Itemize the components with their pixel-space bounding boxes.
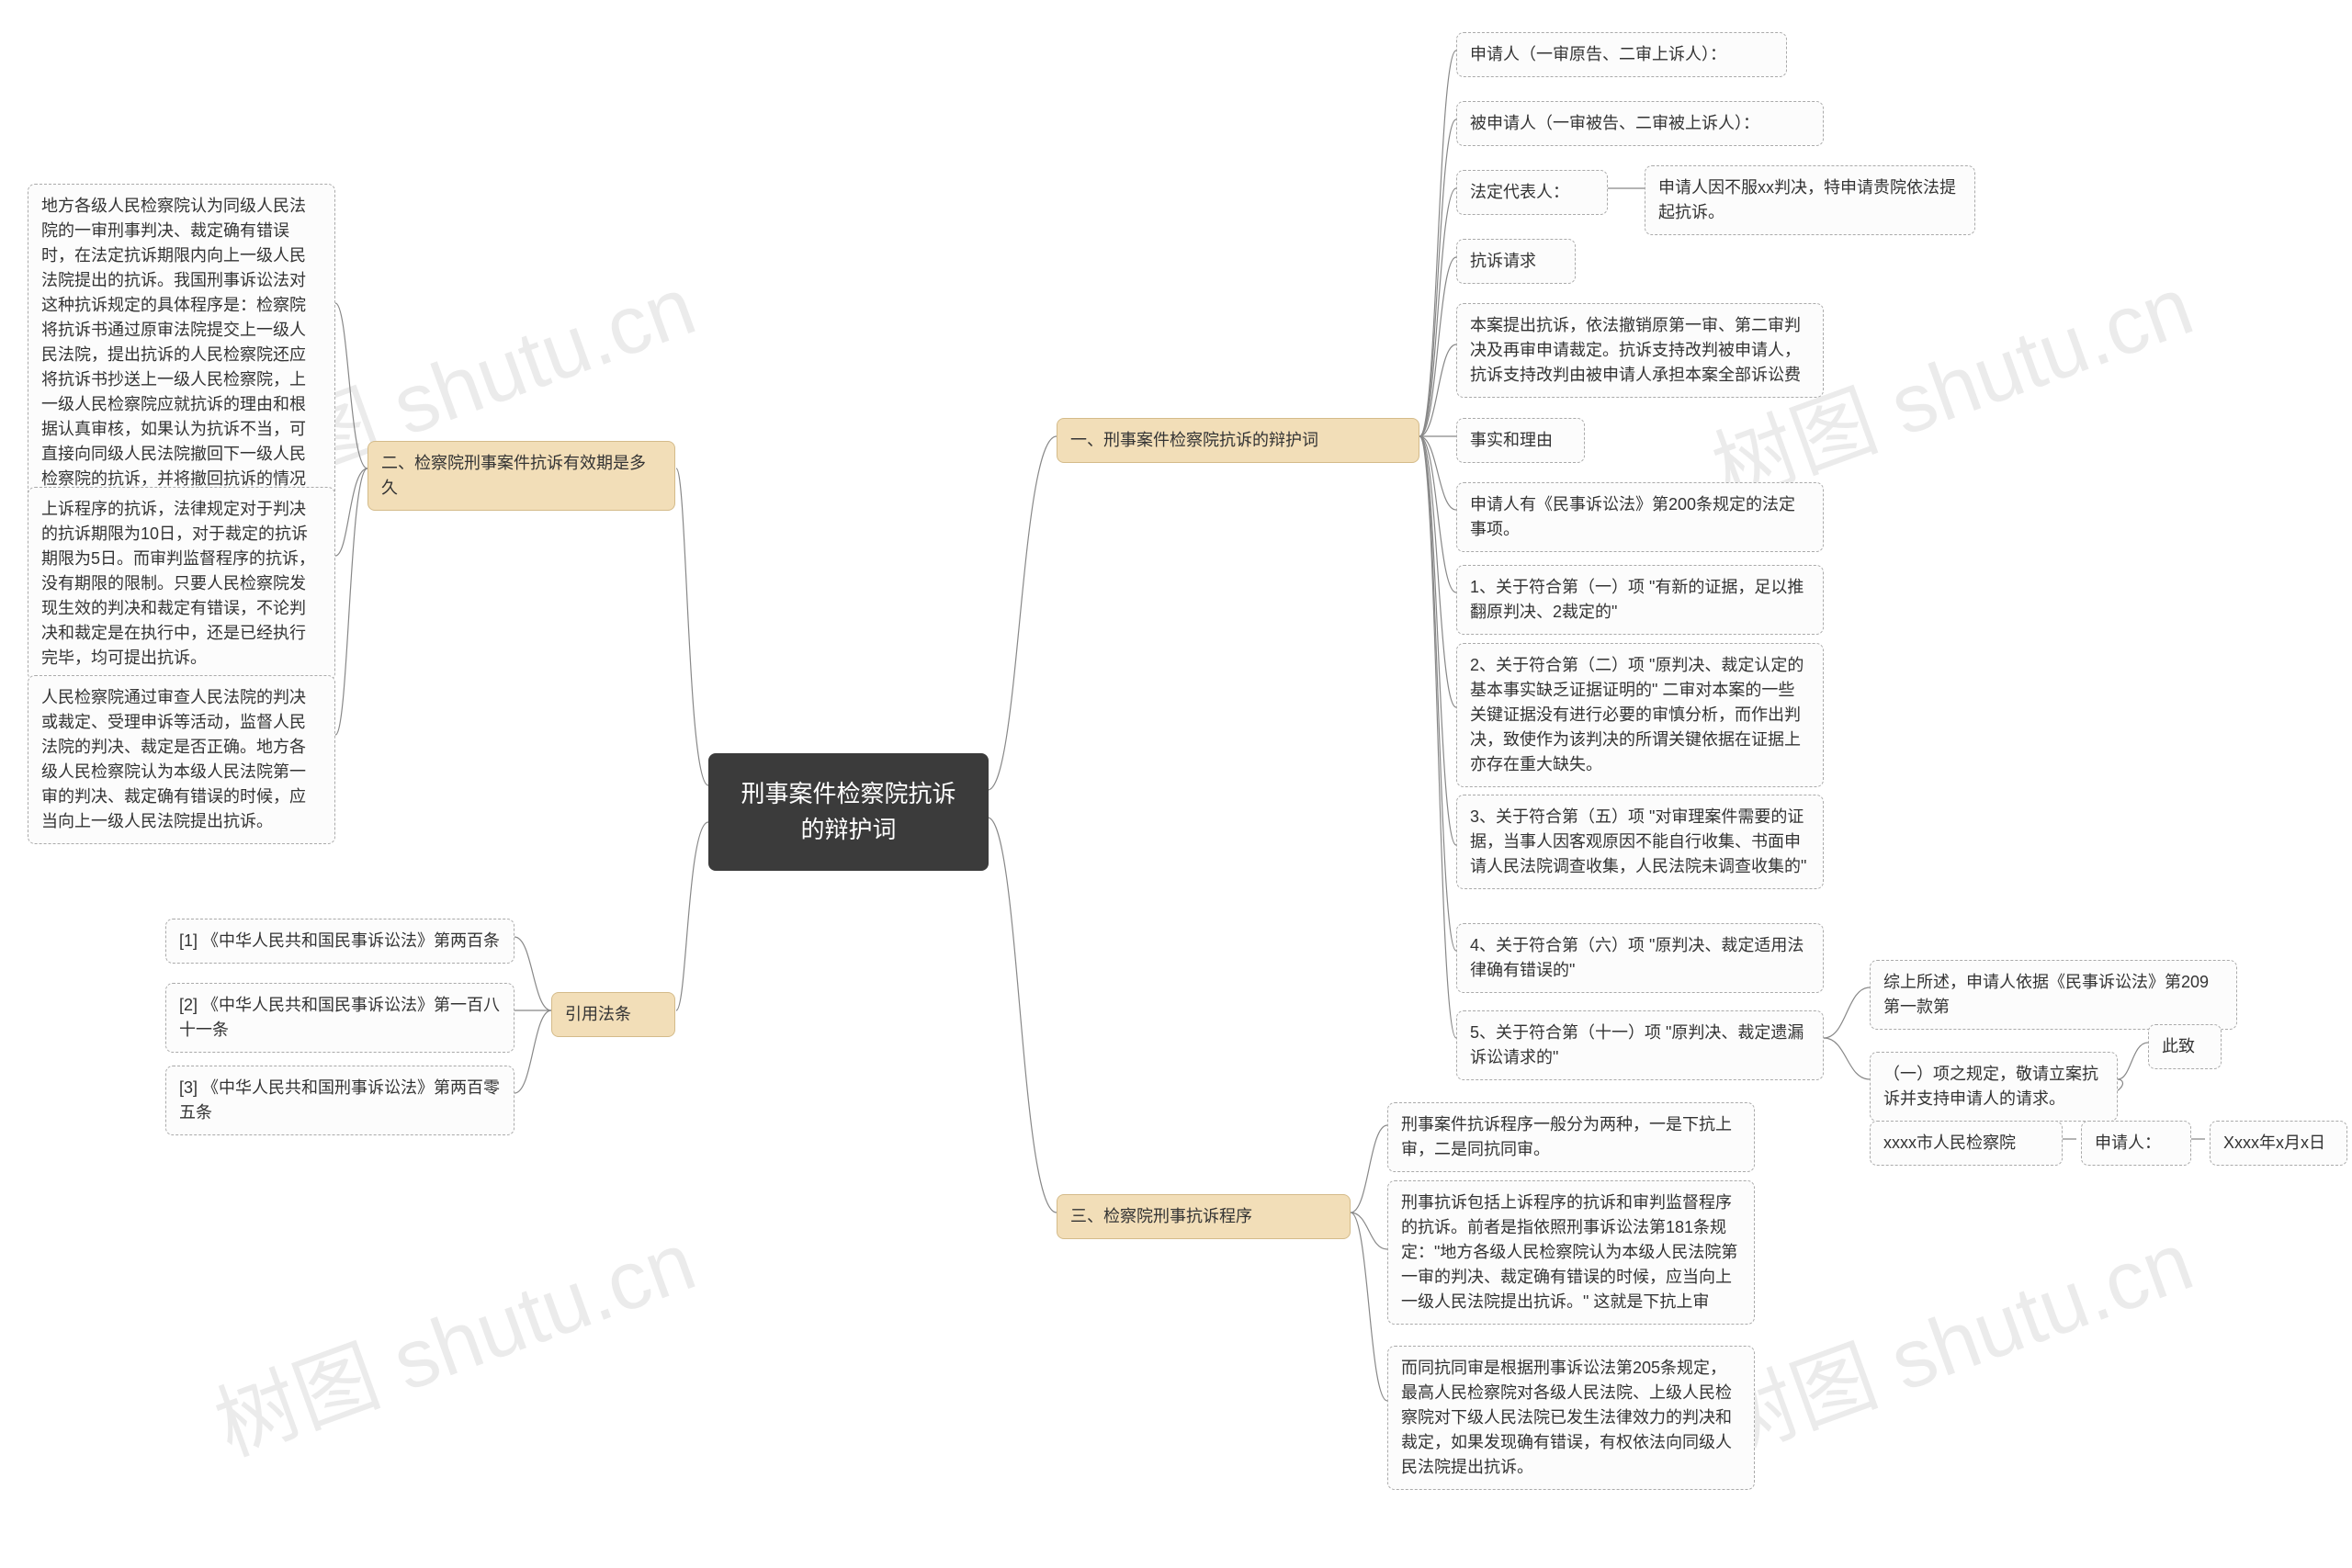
tail-6[interactable]: Xxxx年x月x日 (2210, 1121, 2347, 1166)
tail-3[interactable]: 此致 (2148, 1024, 2222, 1069)
b4-child-0[interactable]: [1] 《中华人民共和国民事诉讼法》第两百条 (165, 919, 514, 964)
b1-child-8[interactable]: 2、关于符合第（二）项 "原判决、裁定认定的基本事实缺乏证据证明的" 二审对本案… (1456, 643, 1824, 787)
b2-child-2[interactable]: 人民检察院通过审查人民法院的判决或裁定、受理申诉等活动，监督人民法院的判决、裁定… (28, 675, 335, 844)
tail-4[interactable]: xxxx市人民检察院 (1870, 1121, 2063, 1166)
b2-child-1[interactable]: 上诉程序的抗诉，法律规定对于判决的抗诉期限为10日，对于裁定的抗诉期限为5日。而… (28, 487, 335, 681)
mind-map-canvas: 刑事案件检察院抗诉的辩护词 一、刑事案件检察院抗诉的辩护词 申请人（一审原告、二… (0, 0, 2352, 1568)
b3-child-0[interactable]: 刑事案件抗诉程序一般分为两种，一是下抗上审，二是同抗同审。 (1387, 1102, 1755, 1172)
tail-2[interactable]: （一）项之规定，敬请立案抗诉并支持申请人的请求。 (1870, 1052, 2118, 1122)
b1-child-10[interactable]: 4、关于符合第（六）项 "原判决、裁定适用法律确有错误的" (1456, 923, 1824, 993)
b1-child-0[interactable]: 申请人（一审原告、二审上诉人）： (1456, 32, 1787, 77)
b1-child-7[interactable]: 1、关于符合第（一）项 "有新的证据，足以推翻原判决、2裁定的" (1456, 565, 1824, 635)
branch-1[interactable]: 一、刑事案件检察院抗诉的辩护词 (1057, 418, 1419, 463)
b4-child-2[interactable]: [3] 《中华人民共和国刑事诉讼法》第两百零五条 (165, 1066, 514, 1135)
b1-child-2[interactable]: 法定代表人： (1456, 170, 1608, 215)
branch-4[interactable]: 引用法条 (551, 992, 675, 1037)
b1-child-6[interactable]: 申请人有《民事诉讼法》第200条规定的法定事项。 (1456, 482, 1824, 552)
b1-child-4[interactable]: 本案提出抗诉，依法撤销原第一审、第二审判决及再审申请裁定。抗诉支持改判被申请人，… (1456, 303, 1824, 398)
b1-child-9[interactable]: 3、关于符合第（五）项 "对审理案件需要的证据，当事人因客观原因不能自行收集、书… (1456, 795, 1824, 889)
branch-3[interactable]: 三、检察院刑事抗诉程序 (1057, 1194, 1351, 1239)
tail-5[interactable]: 申请人： (2081, 1121, 2191, 1166)
b2-child-0[interactable]: 地方各级人民检察院认为同级人民法院的一审刑事判决、裁定确有错误时，在法定抗诉期限… (28, 184, 335, 526)
b1-child-3[interactable]: 抗诉请求 (1456, 239, 1576, 284)
connector-lines (0, 0, 2352, 1568)
b1-rep-sub[interactable]: 申请人因不服xx判决，特申请贵院依法提起抗诉。 (1645, 165, 1975, 235)
b1-child-1[interactable]: 被申请人（一审被告、二审被上诉人）： (1456, 101, 1824, 146)
b3-child-1[interactable]: 刑事抗诉包括上诉程序的抗诉和审判监督程序的抗诉。前者是指依照刑事诉讼法第181条… (1387, 1180, 1755, 1325)
b4-child-1[interactable]: [2] 《中华人民共和国民事诉讼法》第一百八十一条 (165, 983, 514, 1053)
root-node[interactable]: 刑事案件检察院抗诉的辩护词 (708, 753, 989, 871)
tail-1[interactable]: 综上所述，申请人依据《民事诉讼法》第209第一款第 (1870, 960, 2237, 1030)
branch-2[interactable]: 二、检察院刑事案件抗诉有效期是多久 (368, 441, 675, 511)
b1-child-11[interactable]: 5、关于符合第（十一）项 "原判决、裁定遗漏诉讼请求的" (1456, 1010, 1824, 1080)
b1-child-5[interactable]: 事实和理由 (1456, 418, 1585, 463)
b3-child-2[interactable]: 而同抗同审是根据刑事诉讼法第205条规定，最高人民检察院对各级人民法院、上级人民… (1387, 1346, 1755, 1490)
